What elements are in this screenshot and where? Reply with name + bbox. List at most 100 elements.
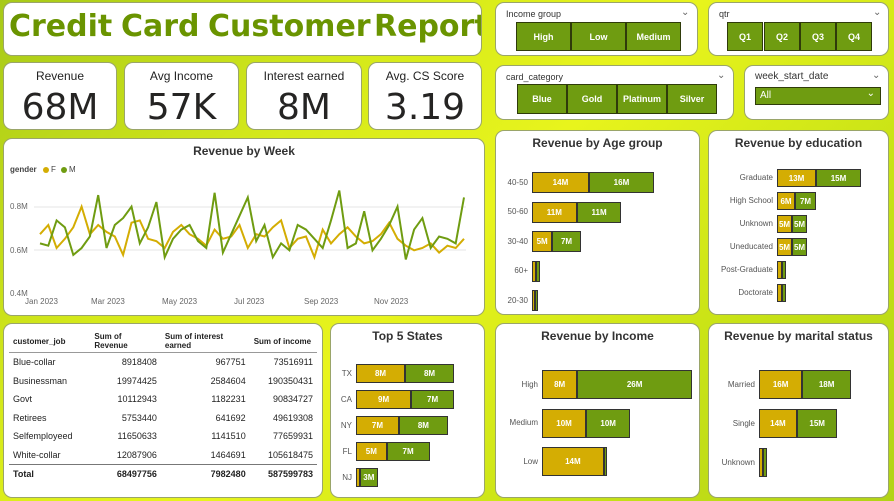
revenue-by-education-chart: Revenue by education Graduate 13M 15M High … xyxy=(708,130,889,315)
category-label: Graduate xyxy=(739,173,773,182)
bar-female[interactable]: 14M xyxy=(532,172,589,193)
kpi-value: 3.19 xyxy=(384,87,466,128)
kpi-label: Revenue xyxy=(35,69,85,83)
bar-female[interactable]: 6M xyxy=(777,192,795,210)
bar-male[interactable] xyxy=(603,447,607,476)
revenue-by-week-chart: Revenue by Week gender F M 0.8M 0.6M 0.4… xyxy=(3,138,485,316)
table-header-row: customer_job Sum of Revenue Sum of inter… xyxy=(9,330,317,353)
bar-female[interactable]: 10M xyxy=(542,408,587,438)
table-total-row[interactable]: Total 68497756 7982480 587599783 xyxy=(9,464,317,484)
slicer-option-blue[interactable]: Blue xyxy=(517,84,567,114)
slicer-title: card_category xyxy=(506,72,564,82)
slicer-option-low[interactable]: Low xyxy=(571,22,626,51)
slicer-option-q3[interactable]: Q3 xyxy=(800,22,836,51)
bar-male[interactable]: 8M xyxy=(398,416,448,435)
table-cell-label: Businessman xyxy=(13,375,68,386)
table-row[interactable]: Blue-collar 8918408 967751 73516911 xyxy=(9,353,317,372)
slicer-income-group: Income group ⌄ High Low Medium xyxy=(495,2,698,56)
category-label: 20-30 xyxy=(507,295,528,305)
slicer-option-silver[interactable]: Silver xyxy=(667,84,717,114)
kpi-revenue: Revenue 68M xyxy=(3,62,117,130)
bar-male[interactable]: 15M xyxy=(796,409,838,438)
bar-male[interactable] xyxy=(535,290,538,311)
kpi-avg-income: Avg Income 57K xyxy=(124,62,239,130)
header-word-credit: Credit xyxy=(9,9,113,44)
table-cell-value: 11650633 xyxy=(117,431,157,442)
revenue-by-income-chart: Revenue by Income High 8M 26M Medium 10M 10M L… xyxy=(495,323,700,498)
bar-male[interactable]: 26M xyxy=(577,370,692,399)
bar-female[interactable]: 13M xyxy=(777,169,816,187)
bar-female[interactable]: 8M xyxy=(542,370,578,399)
table-row[interactable]: White-collar 12087906 1464691 105618475 xyxy=(9,446,317,465)
bar-female[interactable]: 7M xyxy=(356,416,399,435)
bar-male[interactable] xyxy=(781,261,786,279)
bar-female[interactable]: 9M xyxy=(356,390,412,409)
table-cell-label: Selfemployeed xyxy=(13,431,73,442)
bar-male[interactable]: 7M xyxy=(795,192,816,210)
table-row[interactable]: Retirees 5753440 641692 49619308 xyxy=(9,409,317,428)
chart-title: Revenue by marital status xyxy=(724,329,873,343)
bar-male[interactable] xyxy=(536,260,541,282)
bar-male[interactable]: 15M xyxy=(816,169,861,187)
table-cell-label: Total xyxy=(9,464,91,484)
column-header[interactable]: customer_job xyxy=(9,330,91,353)
slicer-option-q2[interactable]: Q2 xyxy=(764,22,800,51)
category-label: 60+ xyxy=(514,266,528,275)
bar-female[interactable]: 16M xyxy=(759,370,803,399)
bar-female[interactable]: 8M xyxy=(356,364,405,383)
slicer-option-platinum[interactable]: Platinum xyxy=(617,84,667,114)
chevron-down-icon[interactable]: ⌄ xyxy=(717,70,725,81)
table-cell-label: Blue-collar xyxy=(13,357,56,368)
bar-female[interactable]: 5M xyxy=(356,442,387,461)
bar-male[interactable]: 11M xyxy=(576,201,622,223)
chevron-down-icon[interactable]: ⌄ xyxy=(873,7,881,18)
table-row[interactable]: Businessman 19974425 2584604 190350431 xyxy=(9,372,317,391)
chevron-down-icon[interactable]: ⌄ xyxy=(681,7,689,18)
bar-female[interactable]: 11M xyxy=(532,201,577,223)
table-row[interactable]: Selfemployeed 11650633 1141510 77659931 xyxy=(9,427,317,446)
chevron-down-icon[interactable]: ⌄ xyxy=(872,70,880,81)
bar-male[interactable]: 5M xyxy=(792,238,807,256)
category-label: TX xyxy=(341,368,352,378)
slicer-option-gold[interactable]: Gold xyxy=(567,84,617,114)
bar-male[interactable]: 8M xyxy=(405,364,454,383)
header-word-card: Card xyxy=(121,9,200,44)
bar-male[interactable]: 7M xyxy=(386,442,430,461)
bar-male[interactable] xyxy=(763,448,768,477)
category-label: Uneducated xyxy=(729,242,773,251)
table-row[interactable]: Govt 10112943 1182231 90834727 xyxy=(9,390,317,409)
table-cell-value: 7982480 xyxy=(160,464,250,484)
slicer-option-q4[interactable]: Q4 xyxy=(836,22,872,51)
category-label: Married xyxy=(727,379,755,389)
bar-female[interactable]: 14M xyxy=(759,409,797,438)
bar-female[interactable]: 5M xyxy=(777,238,792,256)
column-header[interactable]: Sum of Revenue xyxy=(90,330,161,353)
slicer-title: week_start_date xyxy=(755,71,829,82)
table-cell-value: 10112943 xyxy=(117,394,157,405)
bar-male[interactable]: 3M xyxy=(359,468,379,487)
header-word-customer: Customer xyxy=(208,9,371,44)
category-label: 40-50 xyxy=(507,177,528,187)
bar-male[interactable]: 16M xyxy=(588,172,654,193)
slicer-option-medium[interactable]: Medium xyxy=(626,22,681,51)
table-cell-value: 77659931 xyxy=(272,431,313,442)
bar-male[interactable]: 10M xyxy=(586,408,631,438)
table-cell-value: 641692 xyxy=(215,412,246,423)
week-start-date-dropdown[interactable]: All ⌄ xyxy=(755,87,881,105)
bar-female[interactable]: 5M xyxy=(532,231,553,252)
slicer-option-q1[interactable]: Q1 xyxy=(727,22,763,51)
bar-male[interactable]: 7M xyxy=(411,390,454,409)
column-header[interactable]: Sum of interest earned xyxy=(160,330,250,353)
kpi-avg-cs-score: Avg. CS Score 3.19 xyxy=(368,62,482,130)
slicer-option-high[interactable]: High xyxy=(516,22,571,51)
bar-male[interactable]: 5M xyxy=(792,215,807,233)
table-cell-value: 2584604 xyxy=(210,375,246,386)
bar-male[interactable] xyxy=(781,284,786,302)
bar-male[interactable]: 7M xyxy=(552,231,581,252)
column-header[interactable]: Sum of income xyxy=(249,330,317,353)
bar-female[interactable]: 5M xyxy=(777,215,792,233)
category-label: Single xyxy=(732,418,755,428)
bar-male[interactable]: 18M xyxy=(802,370,851,399)
bar-female[interactable]: 14M xyxy=(542,447,604,476)
table-cell-value: 967751 xyxy=(215,357,246,368)
